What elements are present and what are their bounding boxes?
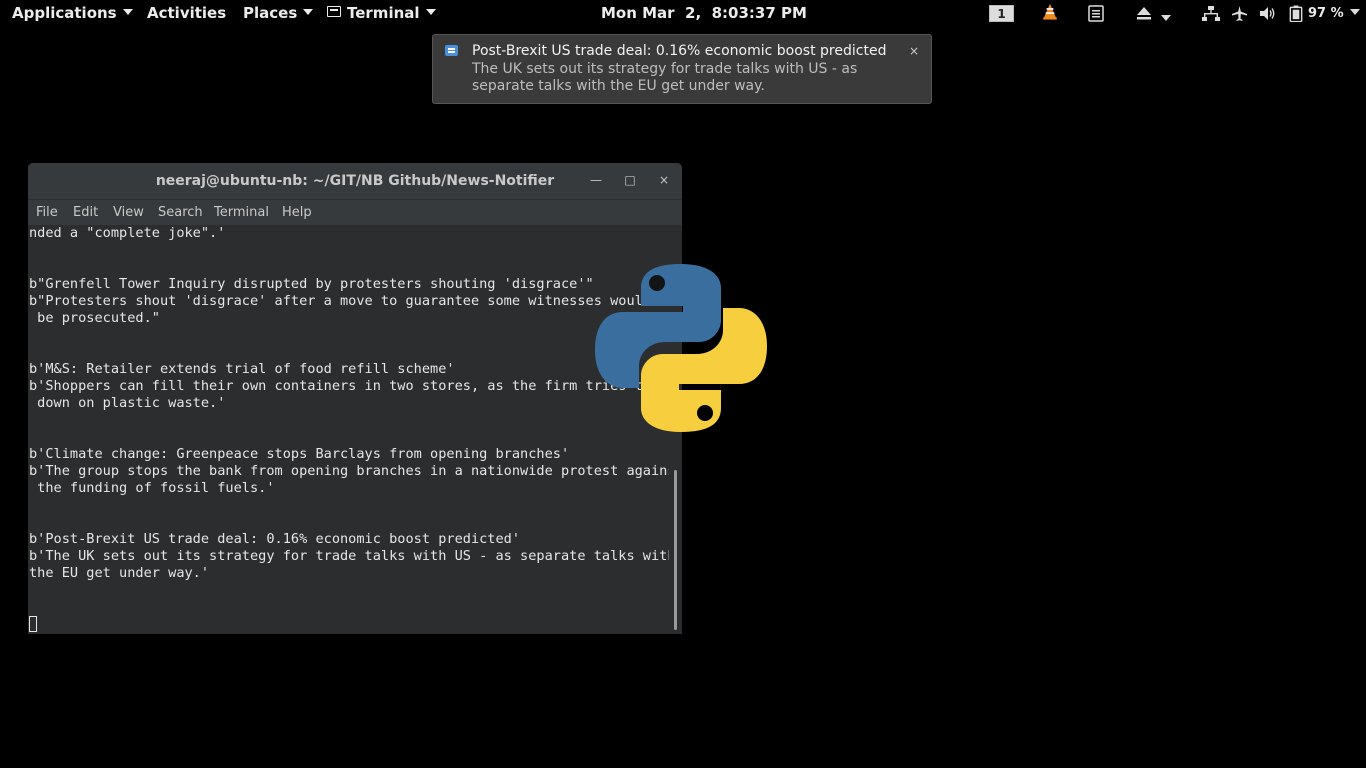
battery-percent-label: 97 % [1308, 6, 1344, 21]
python-logo-behind-window [595, 262, 682, 434]
applications-menu[interactable]: Applications [12, 0, 133, 27]
terminal-output[interactable]: nded a "complete joke".' b"Grenfell Towe… [28, 225, 669, 634]
volume-icon[interactable] [1259, 5, 1277, 22]
battery-percent[interactable]: 97 % [1308, 0, 1360, 27]
applications-label: Applications [12, 4, 117, 22]
terminal-app-menu[interactable]: Terminal [327, 0, 436, 27]
menu-file[interactable]: File [36, 200, 58, 226]
window-titlebar[interactable]: neeraj@ubuntu-nb: ~/GIT/NB Github/News-N… [28, 163, 682, 199]
terminal-line: the funding of fossil fuels.' [29, 480, 275, 496]
notification-title: Post-Brexit US trade deal: 0.16% economi… [472, 43, 887, 59]
terminal-icon [327, 6, 341, 17]
terminal-line: be prosecuted." [29, 310, 160, 326]
minimize-button[interactable]: — [589, 173, 603, 187]
terminal-line: b'Climate change: Greenpeace stops Barcl… [29, 446, 570, 462]
chevron-down-icon [1349, 8, 1360, 15]
maximize-button[interactable]: □ [623, 173, 637, 187]
notification-close-button[interactable]: × [909, 44, 919, 58]
terminal-line: b'M&S: Retailer extends trial of food re… [29, 361, 455, 377]
terminal-line: b'Shoppers can fill their own containers… [29, 378, 669, 394]
terminal-app-label: Terminal [347, 4, 420, 22]
vlc-icon[interactable] [1041, 3, 1059, 20]
terminal-line: the EU get under way.' [29, 565, 210, 581]
top-panel: Applications Activities Places Terminal … [0, 0, 1366, 27]
network-icon[interactable] [1202, 5, 1220, 22]
battery-icon[interactable] [1289, 5, 1303, 22]
places-menu[interactable]: Places [243, 0, 314, 27]
menu-terminal[interactable]: Terminal [214, 200, 269, 226]
clock-label: Mon Mar 2, 8:03:37 PM [601, 4, 807, 22]
menu-view[interactable]: View [113, 200, 144, 226]
terminal-line: b'Post-Brexit US trade deal: 0.16% econo… [29, 531, 521, 547]
eject-chevron-down-icon[interactable] [1161, 10, 1171, 27]
terminal-line: b"Grenfell Tower Inquiry disrupted by pr… [29, 276, 594, 292]
menu-bar: File Edit View Search Terminal Help [28, 199, 682, 226]
message-icon [445, 45, 458, 56]
terminal-window: neeraj@ubuntu-nb: ~/GIT/NB Github/News-N… [28, 163, 682, 634]
terminal-line: down on plastic waste.' [29, 395, 226, 411]
scrollbar-thumb[interactable] [674, 470, 677, 630]
close-button[interactable]: × [657, 173, 671, 187]
eject-icon[interactable] [1136, 5, 1152, 22]
window-title: neeraj@ubuntu-nb: ~/GIT/NB Github/News-N… [155, 173, 555, 189]
terminal-cursor [29, 616, 37, 632]
python-logo-faded-icon [595, 264, 682, 432]
terminal-line: b'The UK sets out its strategy for trade… [29, 548, 669, 564]
notification-body: The UK sets out its strategy for trade t… [472, 61, 858, 94]
clock[interactable]: Mon Mar 2, 8:03:37 PM [601, 0, 807, 27]
workspace-indicator[interactable]: 1 [989, 5, 1014, 22]
chevron-down-icon [122, 8, 133, 15]
notes-icon[interactable] [1088, 5, 1104, 22]
terminal-line: b"Protesters shout 'disgrace' after a mo… [29, 293, 669, 309]
menu-edit[interactable]: Edit [73, 200, 98, 226]
chevron-down-icon [425, 8, 436, 15]
terminal-line: nded a "complete joke".' [29, 225, 226, 241]
places-label: Places [243, 4, 298, 22]
activities-button[interactable]: Activities [147, 0, 226, 27]
terminal-line: b'The group stops the bank from opening … [29, 463, 669, 479]
menu-help[interactable]: Help [282, 200, 312, 226]
activities-label: Activities [147, 4, 227, 22]
menu-search[interactable]: Search [158, 200, 203, 226]
notification-bubble[interactable]: Post-Brexit US trade deal: 0.16% economi… [432, 34, 932, 104]
chevron-down-icon [303, 8, 314, 15]
airplane-mode-icon[interactable] [1231, 5, 1248, 22]
